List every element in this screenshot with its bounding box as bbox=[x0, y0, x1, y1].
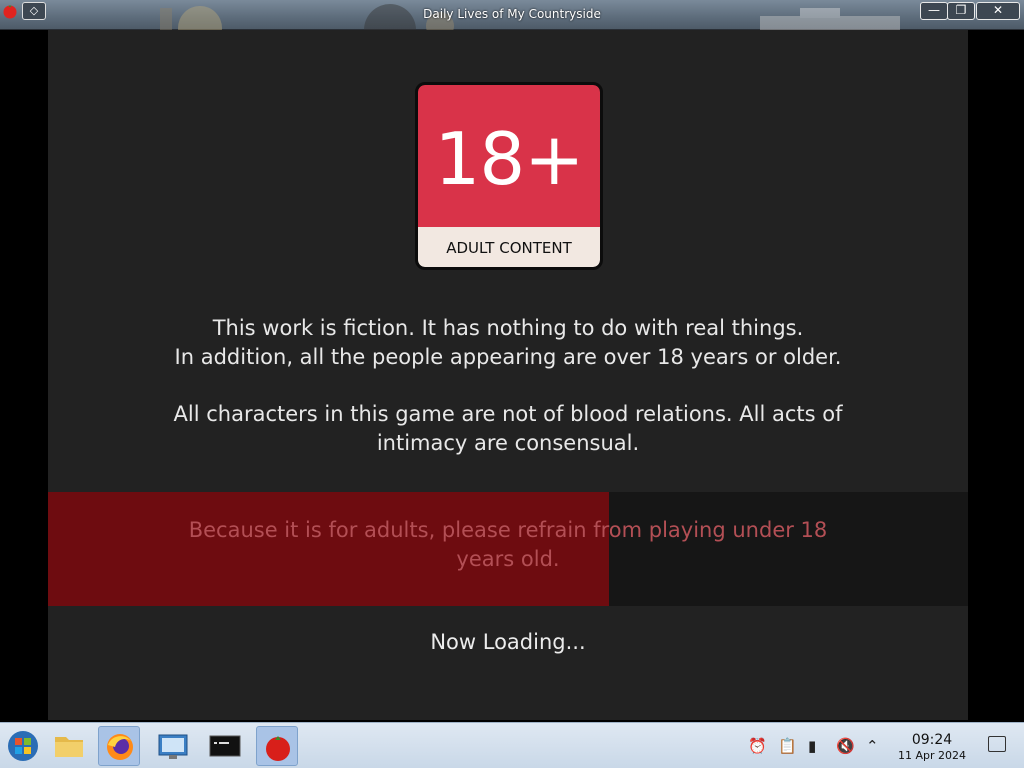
clock-date[interactable]: 11 Apr 2024 bbox=[890, 749, 974, 762]
clipboard-icon[interactable]: 📋 bbox=[778, 737, 797, 755]
relations-disclaimer: All characters in this game are not of b… bbox=[173, 402, 843, 455]
file-manager-button[interactable] bbox=[48, 726, 90, 766]
control-panel-icon bbox=[158, 734, 188, 759]
maximize-button[interactable]: ❐ bbox=[947, 2, 975, 20]
loading-progress-band: Because it is for adults, please refrain… bbox=[48, 492, 968, 606]
show-desktop-icon[interactable] bbox=[988, 736, 1006, 752]
firefox-icon bbox=[107, 734, 133, 760]
taskbar: ⏰ 📋 ▮ 🔇 ⌃ 09:24 11 Apr 2024 bbox=[0, 722, 1024, 768]
start-orb-icon bbox=[8, 731, 38, 761]
firefox-button[interactable] bbox=[98, 726, 140, 766]
tomato-icon bbox=[266, 736, 290, 761]
terminal-icon bbox=[209, 735, 241, 757]
notification-bell-icon[interactable]: ⏰ bbox=[748, 737, 767, 755]
window-title: Daily Lives of My Countryside bbox=[423, 7, 601, 21]
battery-icon[interactable]: ▮ bbox=[808, 737, 816, 755]
start-menu-button[interactable] bbox=[2, 726, 44, 766]
minimize-button[interactable]: — bbox=[920, 2, 948, 20]
adult-content-badge: 18+ ADULT CONTENT bbox=[415, 82, 603, 270]
clock-time[interactable]: 09:24 bbox=[900, 732, 964, 748]
window-titlebar[interactable]: ◇ Daily Lives of My Countryside — ❐ ✕ bbox=[0, 0, 1024, 30]
fiction-disclaimer: This work is fiction. It has nothing to … bbox=[174, 316, 842, 369]
adult-content-label: ADULT CONTENT bbox=[418, 227, 600, 267]
age-warning-text: Because it is for adults, please refrain… bbox=[188, 518, 828, 571]
now-loading-text: Now Loading... bbox=[430, 630, 586, 654]
close-button[interactable]: ✕ bbox=[976, 2, 1020, 20]
game-viewport[interactable]: 18+ ADULT CONTENT This work is fiction. … bbox=[48, 30, 968, 720]
folder-icon bbox=[55, 737, 83, 757]
game-app-button[interactable] bbox=[256, 726, 298, 766]
control-panel-button[interactable] bbox=[152, 726, 194, 766]
volume-muted-icon[interactable]: 🔇 bbox=[836, 737, 855, 755]
chevron-up-icon[interactable]: ⌃ bbox=[866, 737, 879, 755]
terminal-button[interactable] bbox=[204, 726, 246, 766]
desktop-screen: ◇ Daily Lives of My Countryside — ❐ ✕ 18… bbox=[0, 0, 1024, 768]
age-rating: 18+ bbox=[418, 85, 600, 227]
